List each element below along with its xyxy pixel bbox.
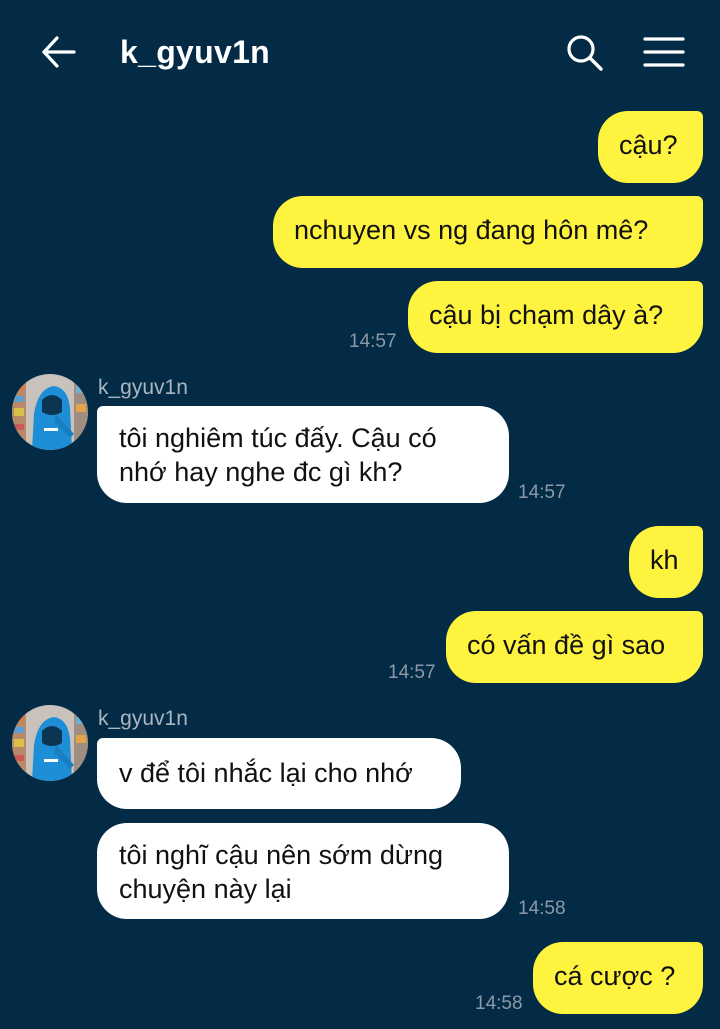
back-button[interactable] [36,30,80,74]
search-icon [567,35,603,71]
my-message-bubble[interactable]: kh [629,526,703,598]
their-message-bubble[interactable]: v để tôi nhắc lại cho nhớ [97,738,461,809]
message-text: có vấn đề gì sao [467,630,666,660]
their-message-bubble[interactable]: tôi nghĩ cậu nên sớm dừng chuyện này lại [97,823,509,919]
message-text: nchuyen vs ng đang hôn mê? [294,215,649,245]
message-timestamp: 14:57 [518,482,566,503]
message-text-line: tôi nghĩ cậu nên sớm dừng [119,840,443,870]
their-message-bubble[interactable]: tôi nghiêm túc đấy. Cậu có nhớ hay nghe … [97,406,509,503]
search-button[interactable] [562,30,606,74]
message-text: cậu? [619,130,678,160]
my-message-bubble[interactable]: cá cược ? [533,942,703,1014]
menu-icon [643,37,685,67]
my-message-bubble[interactable]: nchuyen vs ng đang hôn mê? [273,196,703,268]
message-text: cậu bị chạm dây à? [429,300,664,330]
contact-avatar[interactable] [12,374,88,450]
chat-title[interactable]: k_gyuv1n [120,30,270,74]
avatar-image [12,705,88,781]
message-text-line: nhớ hay nghe đc gì kh? [119,457,403,487]
my-message-bubble[interactable]: cậu bị chạm dây à? [408,281,703,353]
message-text: v để tôi nhắc lại cho nhớ [119,758,413,788]
message-timestamp: 14:57 [349,331,397,352]
chat-header: k_gyuv1n [0,0,720,100]
message-text-line: tôi nghiêm túc đấy. Cậu có [119,423,437,453]
sender-name: k_gyuv1n [98,376,188,399]
message-timestamp: 14:57 [388,662,436,683]
menu-button[interactable] [640,30,688,74]
sender-name: k_gyuv1n [98,707,188,730]
arrow-left-icon [42,36,76,68]
avatar-image [12,374,88,450]
message-text-line: chuyện này lại [119,874,292,904]
message-timestamp: 14:58 [518,898,566,919]
my-message-bubble[interactable]: cậu? [598,111,703,183]
message-timestamp: 14:58 [475,993,523,1014]
contact-avatar[interactable] [12,705,88,781]
message-text: cá cược ? [554,961,676,991]
my-message-bubble[interactable]: có vấn đề gì sao [446,611,703,683]
message-text: kh [650,545,679,575]
